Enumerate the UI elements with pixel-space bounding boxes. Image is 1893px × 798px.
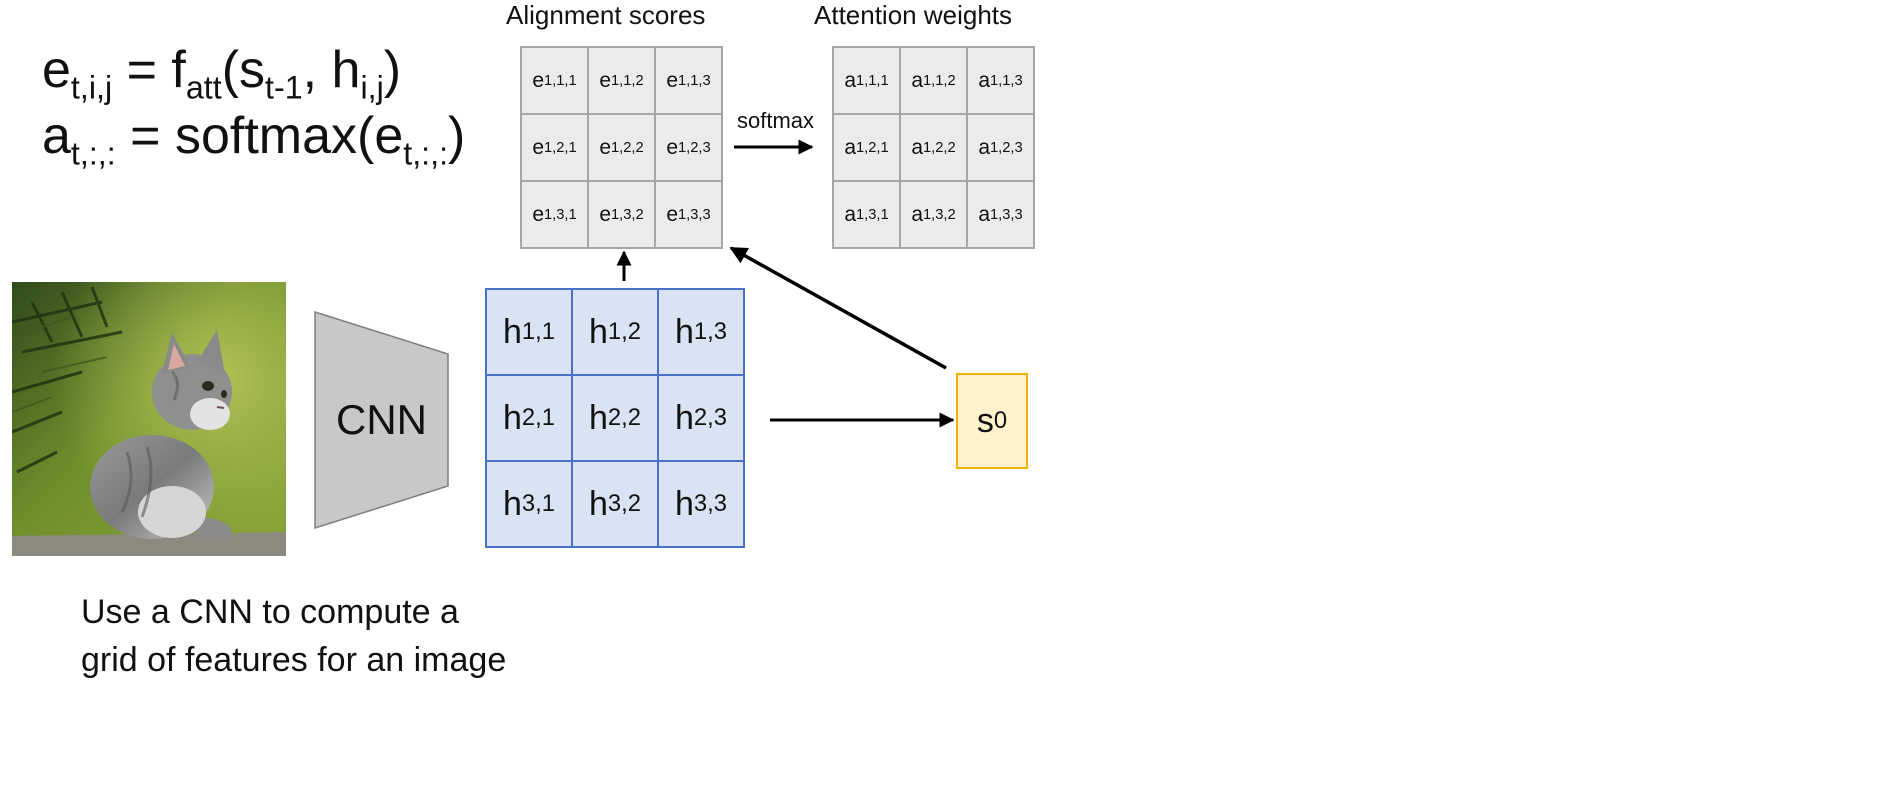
caption-line-2: grid of features for an image bbox=[81, 641, 507, 679]
caption: Use a CNN to compute a grid of features … bbox=[81, 588, 506, 684]
caption-line-1: Use a CNN to compute a bbox=[81, 593, 459, 631]
state-to-scores-arrow bbox=[729, 246, 947, 370]
